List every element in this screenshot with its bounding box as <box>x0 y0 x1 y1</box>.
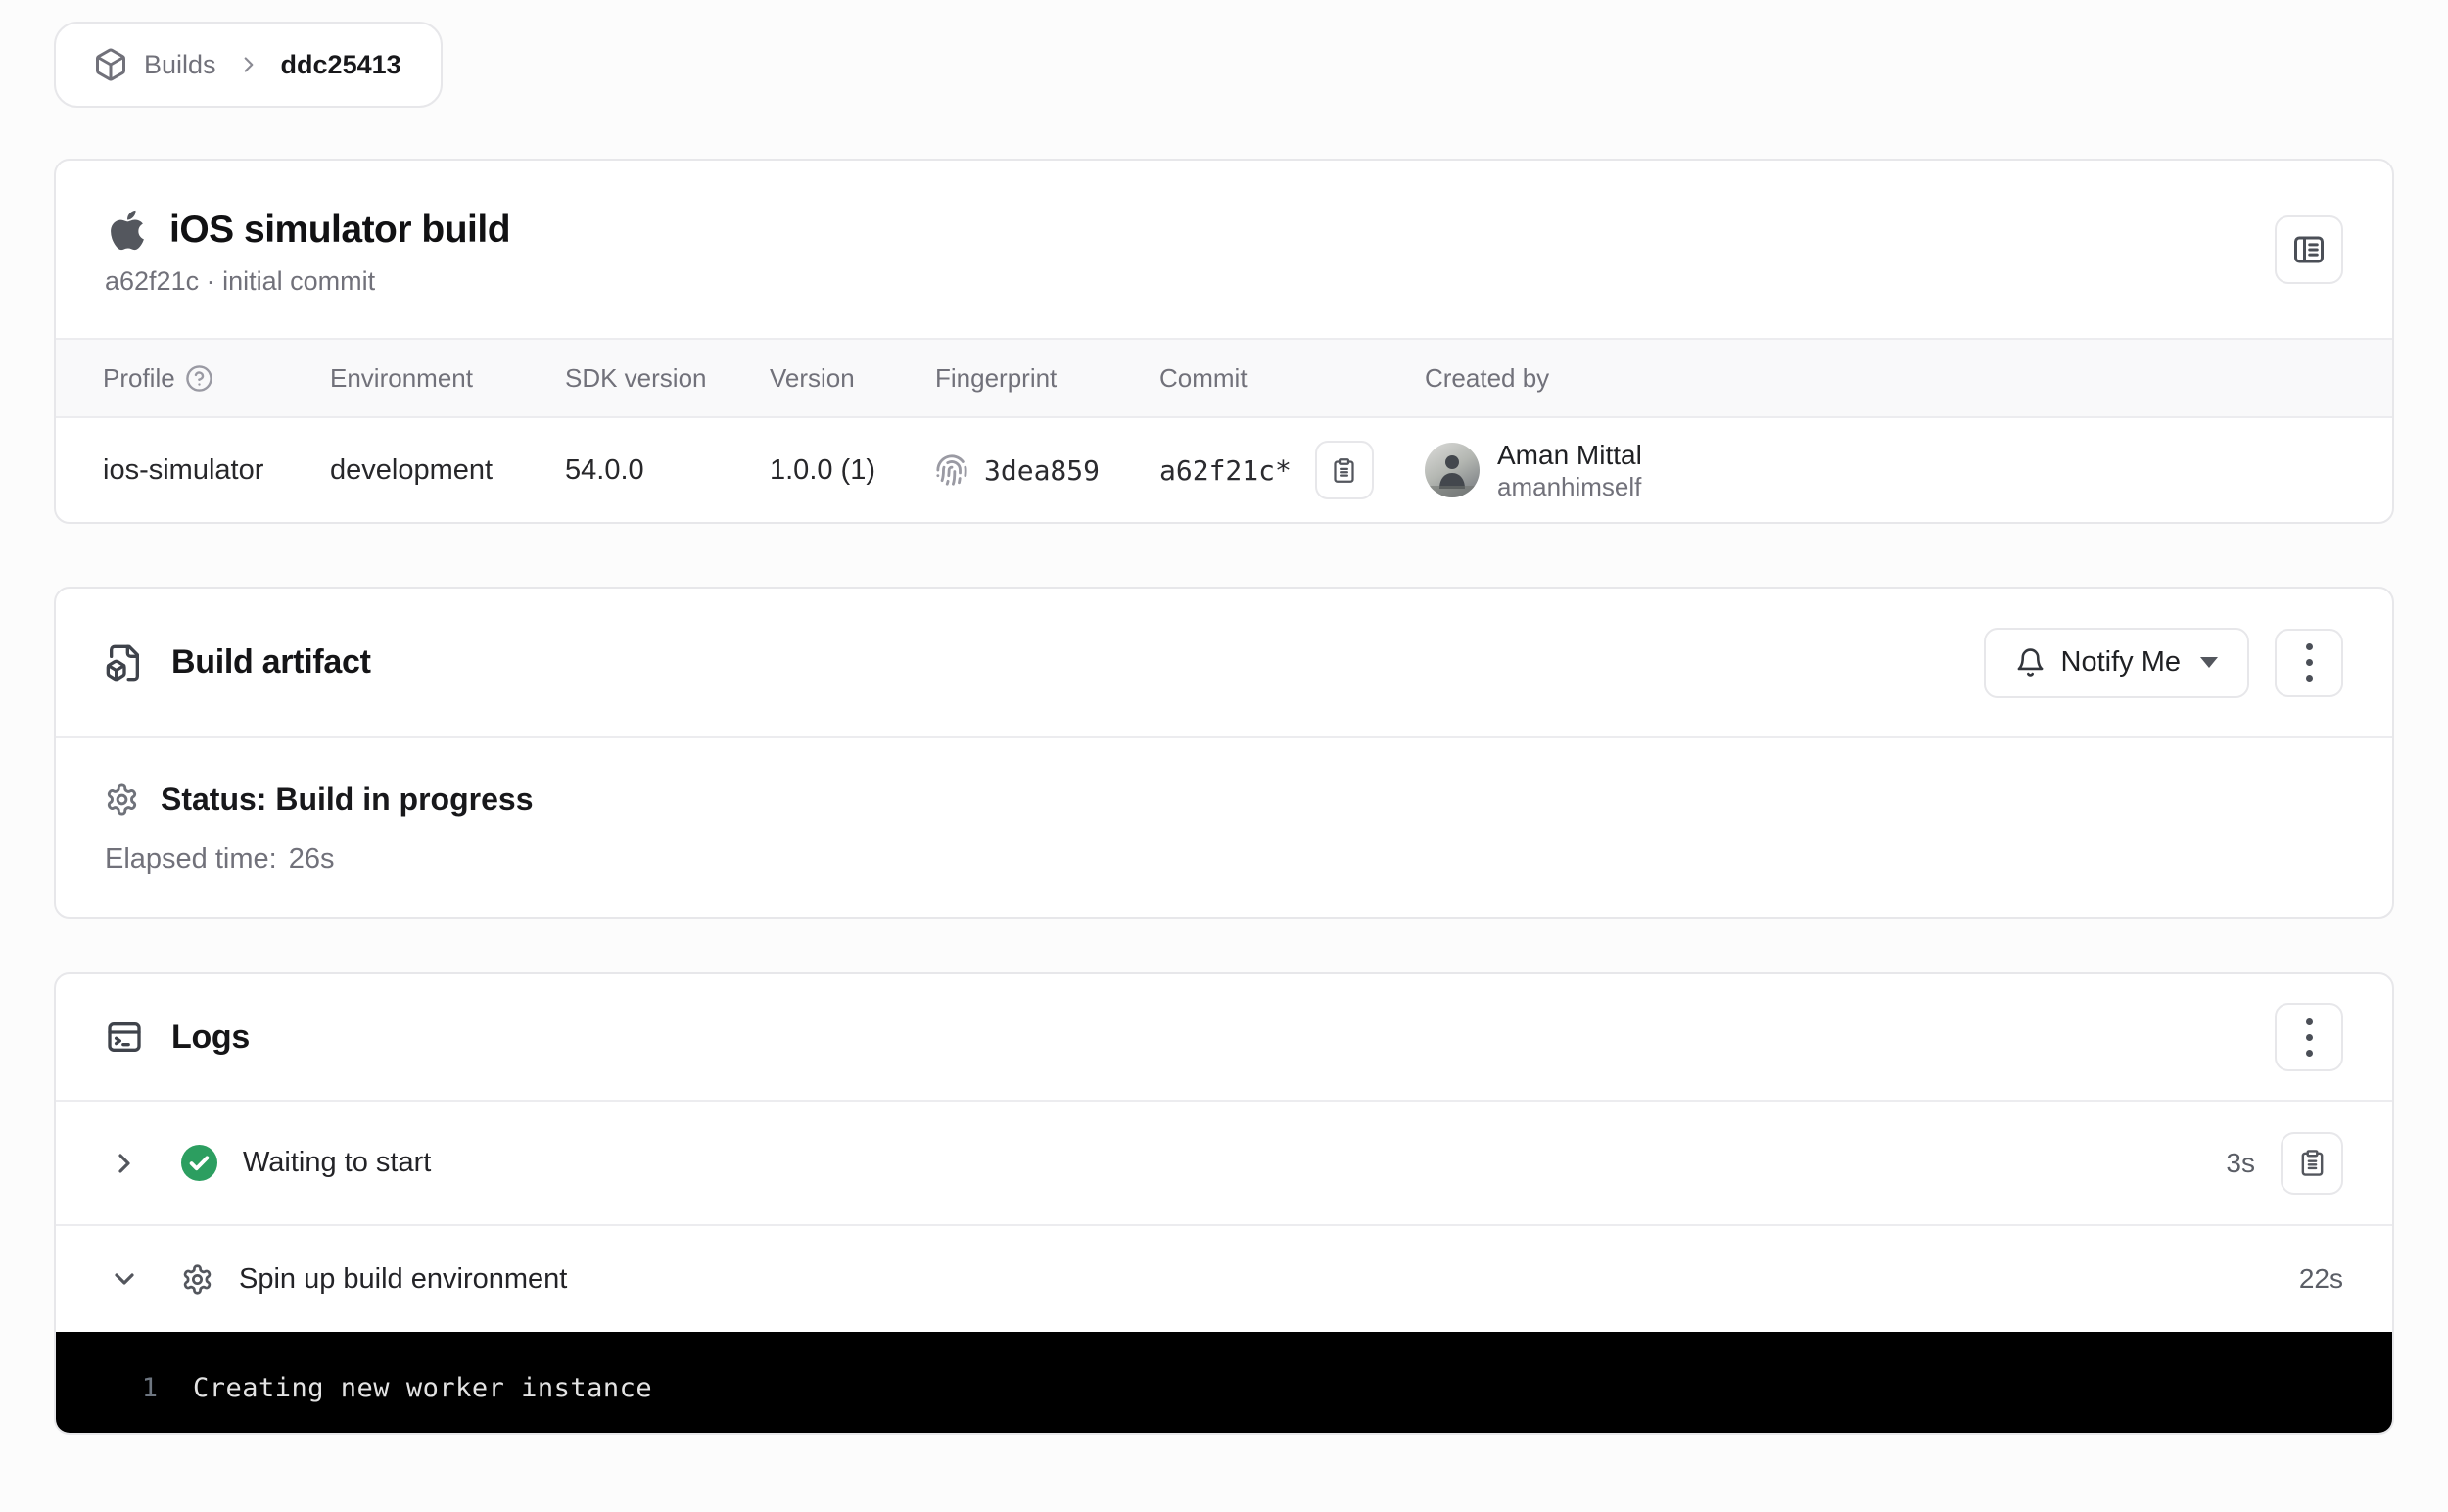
build-status-block: Status: Build in progress Elapsed time: 2… <box>56 738 2392 917</box>
terminal-line-text: Creating new worker instance <box>193 1373 652 1403</box>
cell-sdk-version: 54.0.0 <box>565 454 770 487</box>
log-step-duration: 3s <box>2226 1148 2255 1179</box>
terminal-window-icon <box>105 1017 144 1057</box>
logs-card: Logs Waiting to start 3s <box>54 972 2394 1435</box>
breadcrumb-current: ddc25413 <box>281 50 401 80</box>
created-by-username: amanhimself <box>1497 472 1642 501</box>
build-artifact-title: Build artifact <box>171 643 371 682</box>
panel-layout-icon <box>2291 232 2327 267</box>
col-commit: Commit <box>1159 363 1248 394</box>
log-step-label: Waiting to start <box>243 1147 431 1179</box>
log-step-label: Spin up build environment <box>239 1263 567 1296</box>
log-step-waiting-to-start[interactable]: Waiting to start 3s <box>56 1102 2392 1224</box>
chevron-down-icon <box>109 1263 140 1295</box>
avatar <box>1425 443 1480 497</box>
col-profile: Profile <box>103 363 175 394</box>
elapsed-time-value: 26s <box>289 843 335 874</box>
artifact-menu-button[interactable] <box>2275 629 2343 697</box>
help-circle-icon[interactable] <box>185 364 213 393</box>
cell-environment: development <box>330 454 565 487</box>
build-table-row: ios-simulator development 54.0.0 1.0.0 (… <box>56 416 2392 522</box>
build-summary-header: iOS simulator build a62f21c · initial co… <box>56 161 2392 338</box>
elapsed-time: Elapsed time: 26s <box>105 843 2343 875</box>
logs-menu-button[interactable] <box>2275 1003 2343 1071</box>
toggle-details-panel-button[interactable] <box>2275 215 2343 284</box>
col-fingerprint: Fingerprint <box>935 363 1057 394</box>
chevron-right-icon <box>236 52 261 77</box>
build-artifact-card: Build artifact Notify Me <box>54 587 2394 919</box>
breadcrumb-builds-link[interactable]: Builds <box>93 47 216 82</box>
cell-fingerprint: 3dea859 <box>935 453 1159 487</box>
build-details-page: Builds ddc25413 iOS simulator build a62f… <box>0 0 2448 1512</box>
elapsed-time-label: Elapsed time: <box>105 843 277 874</box>
logs-title: Logs <box>171 1018 250 1057</box>
check-circle-icon <box>181 1145 217 1181</box>
cell-profile: ios-simulator <box>103 454 330 487</box>
kebab-menu-icon <box>2306 1018 2313 1025</box>
col-sdk-version: SDK version <box>565 363 707 394</box>
breadcrumb: Builds ddc25413 <box>54 22 443 108</box>
log-terminal-output: 1 Creating new worker instance <box>56 1332 2392 1433</box>
fingerprint-icon <box>935 453 968 487</box>
col-version: Version <box>770 363 855 394</box>
cell-commit: a62f21c* <box>1159 441 1425 499</box>
cell-created-by: Aman Mittal amanhimself <box>1425 439 2345 501</box>
build-artifact-header: Build artifact Notify Me <box>56 589 2392 738</box>
build-status-title: Status: Build in progress <box>161 781 533 818</box>
kebab-menu-icon <box>2306 643 2313 650</box>
notify-me-label: Notify Me <box>2061 646 2181 679</box>
copy-log-button[interactable] <box>2281 1132 2343 1195</box>
gear-icon <box>181 1263 213 1296</box>
file-box-icon <box>105 643 144 683</box>
log-step-spin-up-build-environment[interactable]: Spin up build environment 22s <box>56 1224 2392 1332</box>
cell-version: 1.0.0 (1) <box>770 454 935 487</box>
chevron-right-icon <box>109 1148 140 1179</box>
page-title: iOS simulator build <box>169 209 510 252</box>
col-created-by: Created by <box>1425 363 1549 394</box>
col-environment: Environment <box>330 363 473 394</box>
box-icon <box>93 47 128 82</box>
logs-header: Logs <box>56 974 2392 1102</box>
log-step-duration: 22s <box>2299 1263 2343 1295</box>
clipboard-icon <box>2298 1149 2327 1177</box>
commit-hash: a62f21c* <box>1159 454 1292 487</box>
copy-commit-button[interactable] <box>1315 441 1374 499</box>
build-summary-card: iOS simulator build a62f21c · initial co… <box>54 159 2394 524</box>
bell-icon <box>2015 647 2046 678</box>
build-subtitle: a62f21c · initial commit <box>105 266 2343 297</box>
created-by-name: Aman Mittal <box>1497 439 1642 472</box>
chevron-down-icon <box>2200 657 2218 668</box>
terminal-line-number: 1 <box>132 1373 158 1403</box>
build-table-header: Profile Environment SDK version Version … <box>56 338 2392 416</box>
gear-icon <box>105 782 139 817</box>
apple-icon <box>109 208 146 253</box>
fingerprint-value: 3dea859 <box>984 454 1100 487</box>
breadcrumb-root-label: Builds <box>144 50 216 80</box>
notify-me-button[interactable]: Notify Me <box>1984 628 2249 698</box>
clipboard-icon <box>1331 457 1357 484</box>
